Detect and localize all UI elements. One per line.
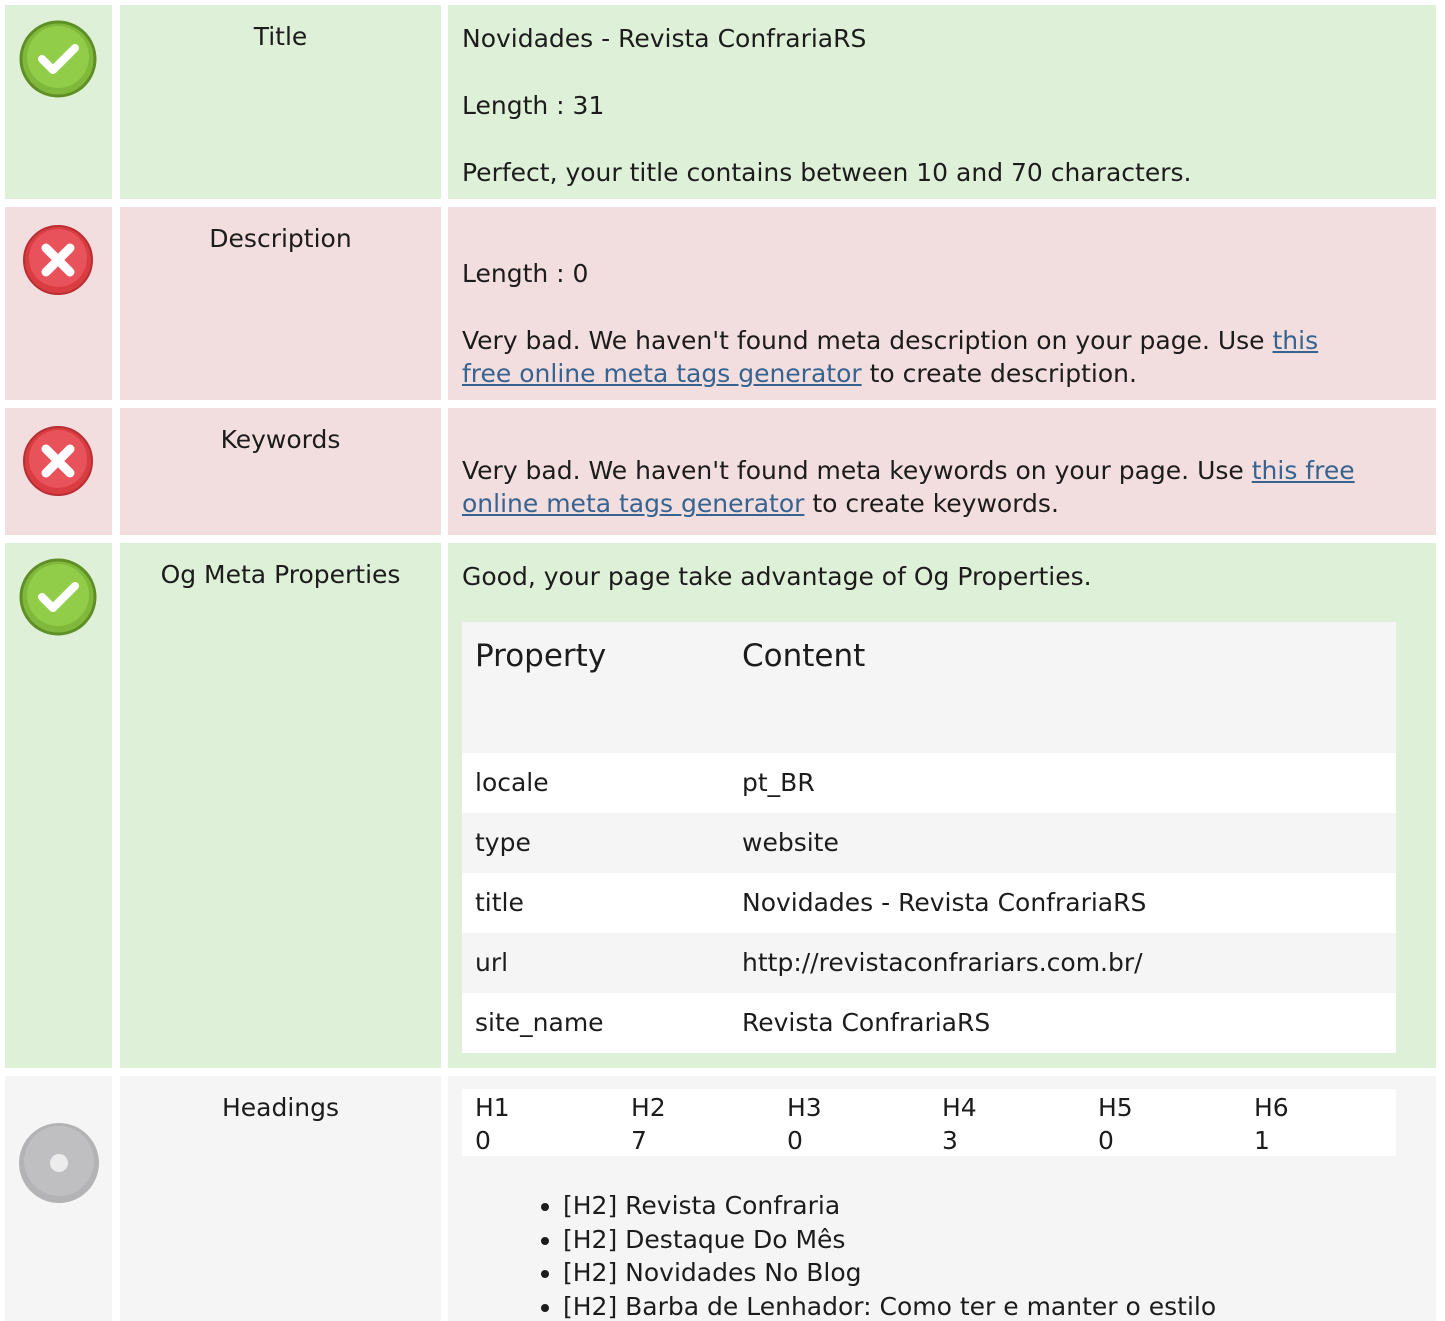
og-message: Good, your page take advantage of Og Pro… [462,562,1092,591]
status-cell [5,1076,112,1321]
row-body: Novidades - Revista ConfrariaRS Length :… [448,5,1436,199]
error-circle-icon [22,425,94,501]
status-cell [5,408,112,535]
content-cell: pt_BR [742,768,815,797]
property-cell: url [475,948,509,977]
table-row: type website [462,813,1396,873]
status-cell [5,207,112,400]
meta-generator-link[interactable]: free online meta tags generator [462,359,862,388]
headings-count-table: H1 0 H2 7 H3 0 H4 3 H5 0 H6 1 [462,1089,1396,1156]
content-cell: Revista ConfrariaRS [742,1008,991,1037]
list-item: [H2] Novidades No Blog [540,1256,1216,1290]
property-cell: site_name [475,1008,604,1037]
row-label: Keywords [120,408,441,535]
message-text: Very bad. We haven't found meta keywords… [462,456,1252,485]
heading-count-cell: H3 0 [787,1091,822,1157]
keywords-message: Very bad. We haven't found meta keywords… [462,454,1436,520]
heading-tag: H3 [787,1093,822,1122]
keywords-row: Keywords Very bad. We haven't found meta… [0,408,1445,535]
content-cell: http://revistaconfrariars.com.br/ [742,948,1143,977]
check-circle-icon [18,557,98,641]
seo-report: Title Novidades - Revista ConfrariaRS Le… [0,0,1445,1321]
row-body: Very bad. We haven't found meta keywords… [448,408,1436,535]
table-row: url http://revistaconfrariars.com.br/ [462,933,1396,993]
error-circle-icon [22,224,94,300]
description-message: Very bad. We haven't found meta descript… [462,324,1436,390]
content-cell: Novidades - Revista ConfrariaRS [742,888,1147,917]
heading-count: 0 [787,1126,803,1155]
property-cell: type [475,828,531,857]
meta-generator-link[interactable]: this free [1252,456,1355,485]
table-header: Property Content [462,622,1396,753]
row-label: Description [120,207,441,400]
heading-tag: H5 [1098,1093,1133,1122]
title-message: Perfect, your title contains between 10 … [462,158,1192,187]
headings-list: [H2] Revista Confraria [H2] Destaque Do … [540,1189,1216,1321]
heading-count: 0 [475,1126,491,1155]
heading-count: 3 [942,1126,958,1155]
row-label: Headings [120,1076,441,1321]
heading-count: 7 [631,1126,647,1155]
message-text: to create description. [861,359,1137,388]
og-properties-table: Property Content locale pt_BR type websi… [462,622,1396,1053]
heading-tag: H2 [631,1093,666,1122]
title-row: Title Novidades - Revista ConfrariaRS Le… [0,5,1445,199]
column-header-content: Content [742,638,866,674]
list-item: [H2] Barba de Lenhador: Como ter e mante… [540,1290,1216,1321]
heading-tag: H4 [942,1093,977,1122]
content-cell: website [742,828,839,857]
row-label: Title [120,5,441,199]
property-cell: locale [475,768,549,797]
table-row: site_name Revista ConfrariaRS [462,993,1396,1053]
property-cell: title [475,888,524,917]
row-label: Og Meta Properties [120,543,441,1068]
heading-count-cell: H1 0 [475,1091,510,1157]
title-length: Length : 31 [462,91,605,120]
heading-count-cell: H5 0 [1098,1091,1133,1157]
heading-count-cell: H6 1 [1254,1091,1289,1157]
title-value: Novidades - Revista ConfrariaRS [462,24,867,53]
description-row: Description Length : 0 Very bad. We have… [0,207,1445,400]
heading-count-cell: H4 3 [942,1091,977,1157]
heading-tag: H1 [475,1093,510,1122]
row-body: Length : 0 Very bad. We haven't found me… [448,207,1436,400]
meta-generator-link[interactable]: this [1273,326,1319,355]
meta-generator-link[interactable]: online meta tags generator [462,489,804,518]
neutral-circle-icon [18,1122,100,1208]
table-row: title Novidades - Revista ConfrariaRS [462,873,1396,933]
status-cell [5,543,112,1068]
heading-count: 1 [1254,1126,1270,1155]
status-cell [5,5,112,199]
list-item: [H2] Revista Confraria [540,1189,1216,1223]
column-header-property: Property [475,638,607,674]
heading-count: 0 [1098,1126,1114,1155]
heading-count-cell: H2 7 [631,1091,666,1157]
list-item: [H2] Destaque Do Mês [540,1223,1216,1257]
message-text: Very bad. We haven't found meta descript… [462,326,1273,355]
message-text: to create keywords. [804,489,1059,518]
description-length: Length : 0 [462,259,589,288]
heading-tag: H6 [1254,1093,1289,1122]
table-row: locale pt_BR [462,753,1396,813]
check-circle-icon [18,19,98,103]
